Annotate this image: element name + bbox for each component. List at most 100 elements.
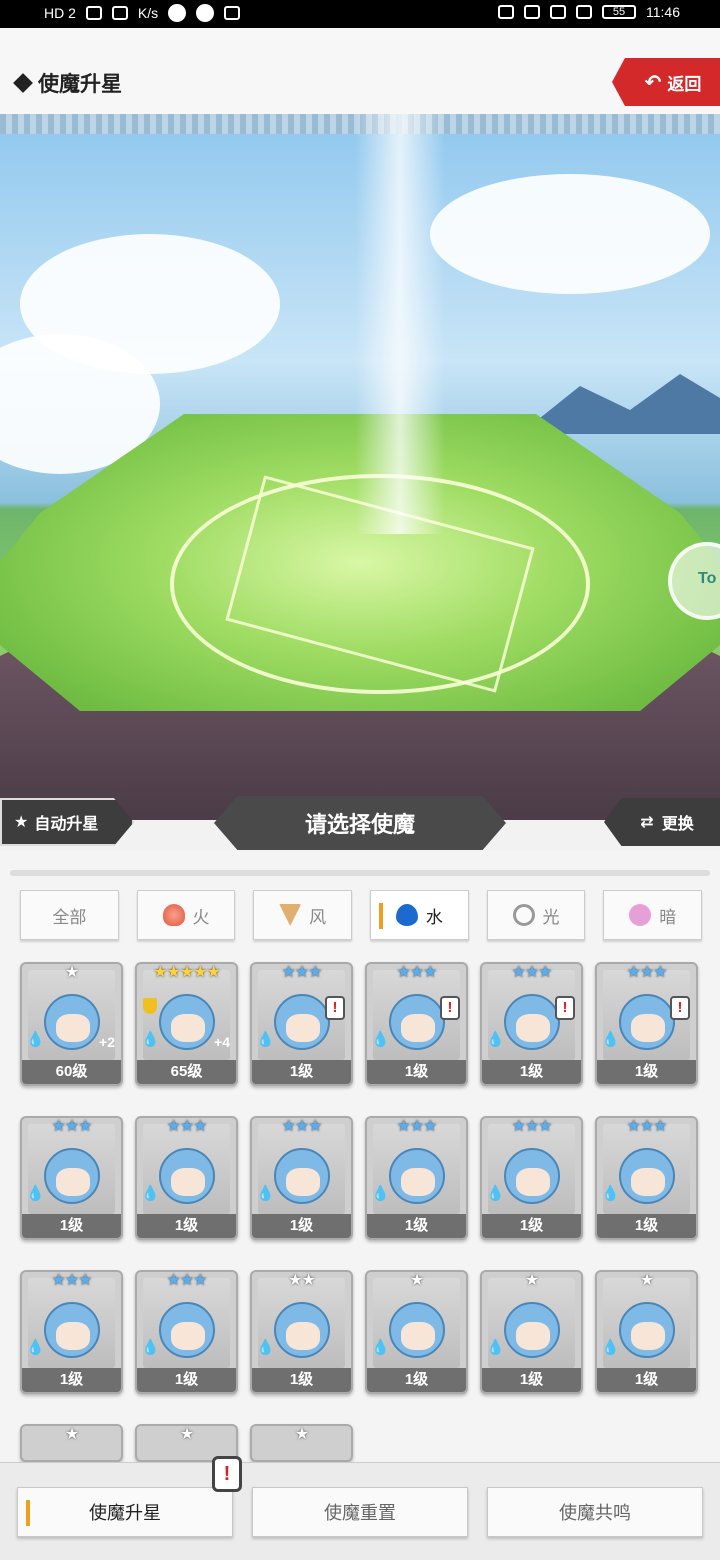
star-rating: ★★★★★	[153, 964, 221, 981]
signal-icon	[85, 6, 102, 20]
familiar-level: 1级	[482, 1214, 581, 1238]
filter-light-label: 光	[542, 907, 560, 927]
filter-all[interactable]: 全部	[20, 890, 119, 940]
familiar-level: 1级	[482, 1368, 581, 1392]
select-prompt: 请选择使魔	[304, 812, 415, 837]
water-icon: 💧	[141, 1339, 160, 1356]
filter-wind[interactable]: 风	[253, 890, 353, 940]
familiar-card[interactable]: ★★★ 💧 1级	[480, 1116, 583, 1240]
cloud	[430, 174, 710, 294]
side-orb-label: To	[698, 570, 717, 587]
back-button-label: 返回	[667, 74, 702, 94]
tab-familiar-resonance[interactable]: 使魔共鸣	[487, 1487, 703, 1537]
familiar-face	[286, 1322, 320, 1350]
signal-icon-2	[111, 6, 128, 20]
star-rating: ★★★	[511, 1118, 552, 1135]
filter-light[interactable]: 光	[486, 890, 586, 940]
speed-indicator: K/s	[137, 5, 159, 21]
familiar-face	[56, 1014, 90, 1042]
familiar-card[interactable]: ★ 💧 1级	[595, 1270, 698, 1394]
familiar-level: 65级	[137, 1060, 236, 1084]
water-icon: 💧	[486, 1031, 505, 1048]
familiar-face	[286, 1014, 320, 1042]
star-rating: ★★★	[166, 1272, 207, 1289]
return-arrow-icon: ↶	[644, 71, 662, 94]
water-icon: 💧	[26, 1031, 45, 1048]
star-rating: ★★★	[511, 964, 552, 981]
familiar-face	[516, 1322, 550, 1350]
familiar-face	[631, 1168, 665, 1196]
tab-familiar-reset[interactable]: 使魔重置	[252, 1487, 468, 1537]
familiar-card[interactable]: ★ 💧 1级	[365, 1270, 468, 1394]
filter-fire[interactable]: 火	[136, 890, 236, 940]
clock: 11:46	[646, 4, 680, 20]
familiar-face	[56, 1322, 90, 1350]
familiar-card[interactable]: ★★★ 💧 1级	[595, 1116, 698, 1240]
water-icon: 💧	[256, 1339, 275, 1356]
auto-upgrade-button[interactable]: ★ 自动升星	[0, 798, 134, 846]
star-rating: ★★★	[51, 1118, 92, 1135]
familiar-face	[631, 1322, 665, 1350]
tab-familiar-resonance-label: 使魔共鸣	[559, 1503, 631, 1523]
familiar-card[interactable]: ★★★ 💧 1级	[250, 1116, 353, 1240]
swap-icon: ⇄	[640, 814, 654, 831]
star-rating: ★	[64, 964, 79, 981]
star-rating: ★	[639, 1272, 654, 1289]
alert-icon: !	[212, 1456, 242, 1492]
water-icon: 💧	[26, 1185, 45, 1202]
tab-familiar-reset-label: 使魔重置	[324, 1503, 396, 1523]
familiar-level: 1级	[597, 1060, 696, 1084]
familiar-card[interactable]: ★★★ 💧 1级	[20, 1270, 123, 1394]
familiar-card[interactable]: ★ 💧 1级	[480, 1270, 583, 1394]
swap-button[interactable]: ⇄ 更换	[604, 798, 720, 846]
bluetooth-icon	[550, 5, 566, 19]
familiar-face	[171, 1168, 205, 1196]
tab-familiar-upgrade[interactable]: 使魔升星	[17, 1487, 233, 1537]
bottom-tab-bar: 使魔升星 使魔重置 使魔共鸣	[0, 1462, 720, 1560]
star-rating: ★★★	[281, 1118, 322, 1135]
filter-water-label: 水	[425, 907, 443, 927]
water-icon: 💧	[371, 1031, 390, 1048]
familiar-face	[401, 1322, 435, 1350]
fire-icon	[162, 904, 185, 926]
familiar-card[interactable]: ★★★ 💧 1级	[135, 1116, 238, 1240]
wind-icon	[279, 904, 302, 926]
familiar-card[interactable]: ★★★ 💧! 1级	[250, 962, 353, 1086]
familiar-card[interactable]: ★	[20, 1424, 123, 1462]
familiar-card[interactable]: ★★ 💧 1级	[250, 1270, 353, 1394]
filter-water[interactable]: 水	[370, 890, 469, 940]
back-button[interactable]: ↶ 返回	[612, 58, 720, 106]
image-notification-icon	[224, 6, 241, 20]
familiar-card[interactable]: ★★★ 💧! 1级	[480, 962, 583, 1086]
familiar-panel: 全部 火 风 水 光 暗 ★ 💧 +2 60级 ★★★★★ 💧 +4 65级 ★★★ 💧! 1级 ★★…	[0, 850, 720, 1462]
familiar-level: 1级	[137, 1368, 236, 1392]
water-icon: 💧	[486, 1339, 505, 1356]
app-notification-icon	[168, 4, 187, 22]
panel-divider	[10, 870, 710, 876]
diamond-icon	[13, 73, 33, 93]
familiar-card[interactable]: ★★★ 💧 1级	[135, 1270, 238, 1394]
water-icon: 💧	[141, 1031, 160, 1048]
page-title: 使魔升星	[13, 68, 122, 98]
familiar-level: 1级	[367, 1368, 466, 1392]
light-beam	[355, 114, 445, 534]
water-icon: 💧	[601, 1339, 620, 1356]
familiar-card[interactable]: ★	[250, 1424, 353, 1462]
familiar-card[interactable]: ★★★ 💧! 1级	[365, 962, 468, 1086]
familiar-grid: ★ 💧 +2 60级 ★★★★★ 💧 +4 65级 ★★★ 💧! 1级 ★★★ 💧! 1级 ★★★ 💧! 1级 ★…	[20, 962, 702, 1462]
familiar-card[interactable]: ★★★ 💧! 1级	[595, 962, 698, 1086]
tab-familiar-upgrade-label: 使魔升星	[89, 1503, 161, 1523]
select-familiar-banner: 请选择使魔	[214, 796, 506, 850]
familiar-card[interactable]: ★ 💧 +2 60级	[20, 962, 123, 1086]
star-rating: ★	[524, 1272, 539, 1289]
familiar-card[interactable]: ★★★ 💧 1级	[20, 1116, 123, 1240]
familiar-card[interactable]: ★★★★★ 💧 +4 65级	[135, 962, 238, 1086]
filter-dark[interactable]: 暗	[603, 890, 703, 940]
mute-icon	[524, 5, 540, 19]
network-indicator: HD 2	[44, 5, 76, 21]
familiar-level: 1级	[597, 1368, 696, 1392]
familiar-face	[516, 1014, 550, 1042]
star-rating: ★	[64, 1426, 79, 1443]
water-icon: 💧	[256, 1031, 275, 1048]
familiar-card[interactable]: ★★★ 💧 1级	[365, 1116, 468, 1240]
